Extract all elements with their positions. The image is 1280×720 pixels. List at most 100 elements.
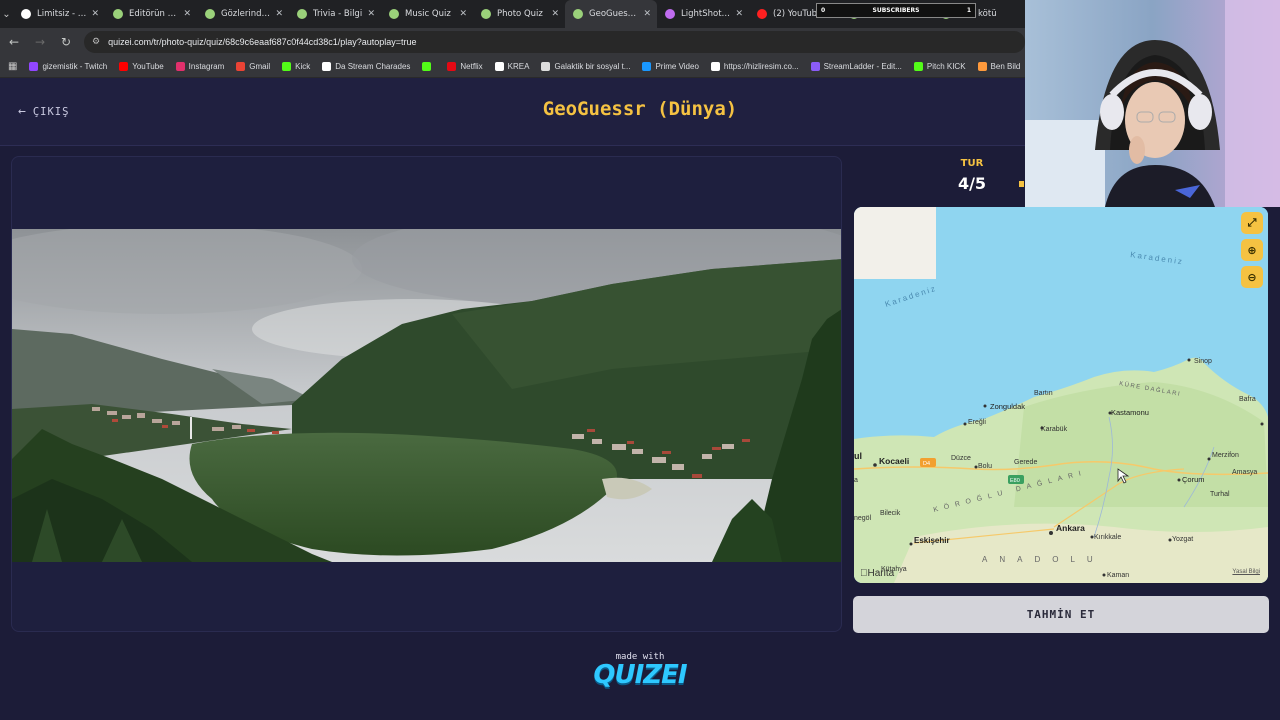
bookmark-label: Pitch KICK bbox=[926, 62, 966, 71]
bookmark-item[interactable]: Kick bbox=[282, 62, 310, 71]
map-brand-label: Harita bbox=[860, 568, 895, 579]
photo-panel bbox=[11, 156, 842, 632]
url-input[interactable]: ⚙ quizei.com/tr/photo-quiz/quiz/68c9c6ea… bbox=[84, 31, 1025, 53]
bookmark-item[interactable]: Ben Bild bbox=[977, 62, 1021, 71]
bookmark-label: Kick bbox=[295, 62, 311, 71]
site-info-icon[interactable]: ⚙ bbox=[92, 37, 100, 47]
map-brand: Harita bbox=[860, 568, 894, 579]
bookmark-item[interactable]: Gmail bbox=[236, 62, 270, 71]
bookmark-label: StreamLadder - Edit... bbox=[823, 62, 902, 71]
tab-favicon-icon bbox=[113, 9, 123, 19]
browser-tab[interactable]: Editörün Seç ✕ bbox=[105, 0, 197, 28]
map-label-kure: KÜRE DAĞLARI bbox=[1119, 380, 1182, 398]
bookmark-label: Ben Bild bbox=[990, 62, 1021, 71]
map-label-bilecik: Bilecik bbox=[880, 510, 901, 517]
tab-label: GeoGuessr ( bbox=[589, 9, 640, 19]
bookmark-favicon-icon bbox=[322, 62, 332, 71]
bookmark-item[interactable]: gizemistik - Twitch bbox=[29, 62, 107, 71]
guess-button[interactable]: TAHMİN ET bbox=[853, 596, 1269, 633]
tab-label: Music Quiz bbox=[405, 9, 451, 19]
bookmark-item[interactable]: Instagram bbox=[175, 62, 225, 71]
map-label-kirikkale: Kırıkkale bbox=[1094, 534, 1121, 541]
browser-tab[interactable]: Gözlerinden ✕ bbox=[197, 0, 289, 28]
tab-favicon-icon bbox=[665, 9, 675, 19]
tab-close-icon[interactable]: ✕ bbox=[643, 9, 651, 19]
map-label-istanbul-partial: ul bbox=[854, 451, 862, 461]
quizei-logo[interactable]: QUIZEI bbox=[540, 660, 740, 690]
bookmark-favicon-icon bbox=[29, 62, 39, 71]
apple-logo-icon:  bbox=[860, 568, 868, 579]
map-label-turhal: Turhal bbox=[1210, 491, 1230, 498]
map-label-kocaeli: Kocaeli bbox=[879, 456, 909, 466]
browser-tab[interactable]: Limitsiz - pa ✕ bbox=[13, 0, 105, 28]
map-label-merzifon: Merzifon bbox=[1212, 452, 1239, 459]
back-icon[interactable]: ← bbox=[2, 30, 26, 54]
browser-tab[interactable]: Photo Quiz ✕ bbox=[473, 0, 565, 28]
bookmark-label: Prime Video bbox=[655, 62, 699, 71]
bookmark-item[interactable]: Da Stream Charades bbox=[322, 62, 410, 71]
map-legal-link[interactable]: Yasal Bilgi bbox=[1232, 569, 1260, 575]
tab-search-icon[interactable]: ⌄ bbox=[0, 0, 13, 28]
tab-close-icon[interactable]: ✕ bbox=[275, 9, 283, 19]
bookmark-label: YouTube bbox=[132, 62, 164, 71]
browser-tab[interactable]: Trivia - Bilgi ✕ bbox=[289, 0, 381, 28]
bookmark-item[interactable] bbox=[422, 62, 435, 71]
guess-map[interactable]: Karadeniz Karadeniz Sinop Bafra KÜRE DAĞ… bbox=[854, 207, 1268, 583]
bookmark-label: gizemistik - Twitch bbox=[42, 62, 108, 71]
bookmark-item[interactable]: https://hizliresim.co... bbox=[710, 62, 799, 71]
map-label-sea-west: Karadeniz bbox=[884, 284, 938, 309]
location-photo[interactable] bbox=[12, 229, 841, 562]
forward-icon[interactable]: → bbox=[28, 30, 52, 54]
tab-favicon-icon bbox=[205, 9, 215, 19]
bookmark-label: Da Stream Charades bbox=[335, 62, 411, 71]
zoom-in-icon[interactable]: ⊕ bbox=[1241, 239, 1263, 261]
apps-grid-icon[interactable]: ▦ bbox=[8, 61, 17, 72]
bookmark-label: https://hizliresim.co... bbox=[723, 62, 799, 71]
map-label-koroglu: KÖROĞLU DAĞLARI bbox=[932, 467, 1087, 514]
bookmark-favicon-icon bbox=[422, 62, 432, 71]
tab-close-icon[interactable]: ✕ bbox=[735, 9, 743, 19]
map-label-bolu: Bolu bbox=[978, 463, 992, 470]
bookmark-favicon-icon bbox=[236, 62, 246, 71]
map-label-bafra: Bafra bbox=[1239, 396, 1256, 403]
subscriber-overlay-left: 0 bbox=[821, 7, 826, 14]
map-label-corum: Çorum bbox=[1182, 475, 1205, 484]
round-indicator bbox=[1019, 181, 1024, 187]
bookmark-item[interactable]: Netflix bbox=[447, 62, 483, 71]
tab-favicon-icon bbox=[297, 9, 307, 19]
bookmark-item[interactable]: Prime Video bbox=[642, 62, 699, 71]
bookmark-favicon-icon bbox=[175, 62, 185, 71]
tab-label: Trivia - Bilgi bbox=[313, 9, 363, 19]
map-label-anadolu: ANADOLU bbox=[982, 555, 1105, 564]
address-bar: ← → ↻ ⚙ quizei.com/tr/photo-quiz/quiz/68… bbox=[0, 28, 1025, 56]
tab-close-icon[interactable]: ✕ bbox=[459, 9, 467, 19]
tab-close-icon[interactable]: ✕ bbox=[91, 9, 99, 19]
tab-close-icon[interactable]: ✕ bbox=[183, 9, 191, 19]
bookmark-item[interactable]: KREA bbox=[494, 62, 529, 71]
fullscreen-icon[interactable]: ⤢ bbox=[1241, 212, 1263, 234]
reload-icon[interactable]: ↻ bbox=[54, 30, 78, 54]
map-label-kaman: Kaman bbox=[1107, 572, 1129, 579]
bookmark-label: Instagram bbox=[188, 62, 225, 71]
map-label-zonguldak: Zonguldak bbox=[990, 402, 1025, 411]
bookmark-favicon-icon bbox=[494, 62, 504, 71]
tab-favicon-icon bbox=[573, 9, 583, 19]
cursor-icon bbox=[1117, 468, 1130, 484]
tab-favicon-icon bbox=[757, 9, 767, 19]
zoom-out-icon[interactable]: ⊖ bbox=[1241, 266, 1263, 288]
browser-tab[interactable]: GeoGuessr (✕ bbox=[565, 0, 657, 28]
bookmark-item[interactable]: Pitch KICK bbox=[913, 62, 966, 71]
map-label-kastamonu: Kastamonu bbox=[1111, 408, 1149, 417]
browser-tab[interactable]: LightShot ta ✕ bbox=[657, 0, 749, 28]
tab-label: Gözlerinden bbox=[221, 9, 272, 19]
bookmark-item[interactable]: YouTube bbox=[119, 62, 164, 71]
tab-close-icon[interactable]: ✕ bbox=[551, 9, 559, 19]
map-label-karabuk: Karabük bbox=[1041, 426, 1068, 433]
map-label-sinop: Sinop bbox=[1194, 358, 1212, 365]
bookmark-item[interactable]: StreamLadder - Edit... bbox=[810, 62, 902, 71]
browser-tab[interactable]: Music Quiz ✕ bbox=[381, 0, 473, 28]
tab-close-icon[interactable]: ✕ bbox=[367, 9, 375, 19]
bookmark-favicon-icon bbox=[913, 62, 923, 71]
bookmark-favicon-icon bbox=[119, 62, 129, 71]
bookmark-item[interactable]: Galaktik bir sosyal t... bbox=[541, 62, 630, 71]
